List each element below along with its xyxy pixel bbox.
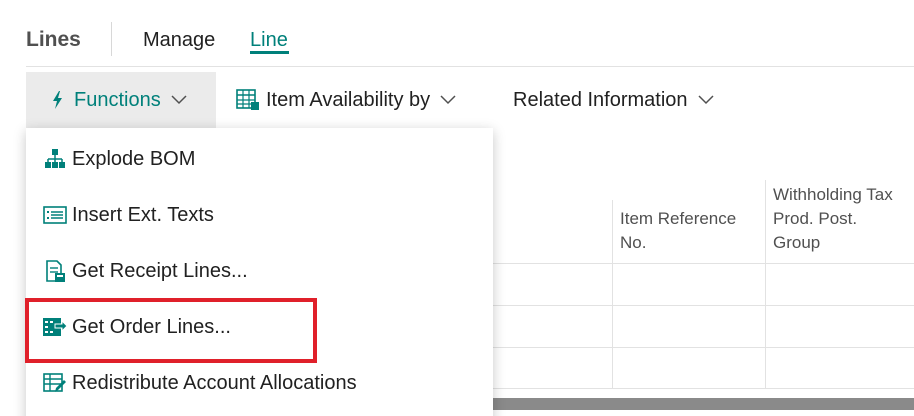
tab-manage[interactable]: Manage <box>143 28 215 52</box>
column-divider <box>612 200 613 388</box>
table-row[interactable] <box>493 347 914 348</box>
functions-menu: Explode BOM Insert Ext. Texts Get Receip… <box>26 128 493 416</box>
item-availability-label: Item Availability by <box>266 89 431 111</box>
table-row[interactable] <box>493 305 914 306</box>
page-title: Lines <box>26 28 81 51</box>
column-divider <box>765 180 766 388</box>
menu-item-explode-bom[interactable]: Explode BOM <box>26 131 493 187</box>
active-tab-indicator <box>250 51 289 54</box>
related-information-label: Related Information <box>513 89 688 111</box>
menu-item-redistribute-account-allocations[interactable]: Redistribute Account Allocations <box>26 355 493 411</box>
column-header-item-reference-no[interactable]: Item Reference No. <box>620 207 760 255</box>
menu-item-get-receipt-lines[interactable]: Get Receipt Lines... <box>26 243 493 299</box>
chevron-down-icon <box>171 95 187 105</box>
chevron-down-icon <box>440 95 456 105</box>
item-availability-button[interactable]: Item Availability by <box>236 72 456 128</box>
text-list-icon <box>42 203 68 227</box>
menu-item-label: Explode BOM <box>72 148 196 170</box>
table-header-rule <box>493 263 914 264</box>
lightning-icon <box>50 90 64 110</box>
allocation-edit-icon <box>42 371 68 395</box>
header-divider <box>111 22 112 56</box>
highlight-annotation <box>25 298 317 363</box>
menu-item-label: Get Receipt Lines... <box>72 260 248 282</box>
column-header-withholding-tax-group[interactable]: Withholding Tax Prod. Post. Group <box>773 183 903 255</box>
explode-bom-icon <box>42 147 68 171</box>
functions-button[interactable]: Functions <box>26 72 216 128</box>
functions-label: Functions <box>74 89 161 111</box>
receipt-icon <box>42 259 68 283</box>
menu-item-label: Insert Ext. Texts <box>72 204 214 226</box>
menu-item-label: Redistribute Account Allocations <box>72 372 357 394</box>
header-separator <box>26 66 914 67</box>
related-information-button[interactable]: Related Information <box>513 72 714 128</box>
table-row[interactable] <box>493 388 914 389</box>
menu-item-insert-ext-texts[interactable]: Insert Ext. Texts <box>26 187 493 243</box>
chevron-down-icon <box>698 95 714 105</box>
table-grid-icon <box>236 89 260 111</box>
tab-line[interactable]: Line <box>250 28 288 52</box>
